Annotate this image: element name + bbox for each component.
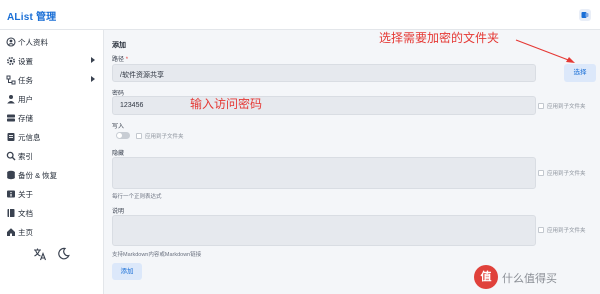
chevron-right-icon: [91, 57, 95, 63]
sidebar-item-index[interactable]: 索引: [0, 147, 104, 165]
chevron-right-icon: [91, 76, 95, 82]
annotation-select-folder: 选择需要加密的文件夹: [379, 31, 500, 45]
info-icon: [7, 190, 15, 198]
write-toggle[interactable]: [116, 132, 130, 139]
sidebar-item-about[interactable]: 关于: [0, 185, 104, 203]
sidebar-item-label: 存储: [18, 114, 33, 123]
sidebar-item-label: 文档: [18, 209, 33, 218]
path-input[interactable]: /软件资源共享: [112, 64, 536, 82]
write-label: 写入: [112, 124, 125, 130]
user-icon: [7, 95, 15, 104]
sidebar-item-label: 主页: [18, 228, 33, 237]
sidebar-item-label: 关于: [18, 190, 33, 199]
sidebar-item-backup[interactable]: 备份 & 恢复: [0, 166, 104, 184]
user-circle-icon: [6, 37, 16, 47]
sidebar-item-storage[interactable]: 存储: [0, 109, 104, 127]
main-content: 添加 路径 * /软件资源共享 选择 密码 123456 应用到子文件夹 写入 …: [104, 30, 600, 294]
watermark: 值 什么值得买: [474, 264, 594, 290]
translate-icon[interactable]: [33, 247, 47, 261]
sidebar-item-label: 备份 & 恢复: [18, 171, 58, 180]
page-title: 添加: [112, 42, 126, 49]
top-bar: AList 管理: [0, 0, 600, 30]
task-icon: [6, 75, 16, 85]
path-label: 路径 *: [112, 57, 129, 63]
sidebar-item-profile[interactable]: 个人资料: [0, 33, 104, 51]
sidebar-item-settings[interactable]: 设置: [0, 52, 104, 70]
moon-icon[interactable]: [57, 247, 70, 260]
sidebar-item-label: 用户: [18, 95, 33, 104]
readme-label: 说明: [112, 209, 125, 215]
database-icon: [7, 114, 15, 122]
sidebar-item-tasks[interactable]: 任务: [0, 71, 104, 89]
required-mark: *: [125, 57, 129, 63]
sidebar-item-docs[interactable]: 文档: [0, 204, 104, 222]
sidebar: 个人资料 设置 任务 用户 存储 元信息 索引 备份 & 恢复 关于 文档 主页: [0, 30, 104, 294]
hide-textarea[interactable]: [112, 157, 536, 189]
sidebar-item-label: 设置: [18, 57, 33, 66]
sidebar-item-label: 索引: [18, 152, 33, 161]
annotation-enter-password: 输入访问密码: [190, 97, 263, 111]
sidebar-item-meta[interactable]: 元信息: [0, 128, 104, 146]
watermark-text: 什么值得买: [502, 273, 557, 285]
home-icon: [7, 228, 15, 236]
choose-button[interactable]: 选择: [564, 64, 596, 82]
sidebar-item-home[interactable]: 主页: [0, 223, 104, 241]
add-button[interactable]: 添加: [112, 263, 142, 280]
hide-label: 隐藏: [112, 151, 125, 157]
theme-toggle-button[interactable]: [579, 9, 591, 21]
palette-icon: [581, 12, 589, 18]
backup-icon: [7, 170, 15, 180]
password-input[interactable]: 123456: [112, 96, 536, 115]
gear-icon: [6, 56, 16, 66]
sidebar-item-label: 元信息: [18, 133, 41, 142]
readme-hint: 支持Markdown内容或Markdown链接: [112, 252, 202, 258]
sidebar-item-label: 任务: [18, 76, 33, 85]
watermark-badge: 值: [474, 265, 498, 289]
book-icon: [7, 209, 15, 217]
readme-textarea[interactable]: [112, 215, 536, 246]
search-icon: [6, 151, 16, 161]
meta-icon: [7, 133, 15, 141]
hide-hint: 每行一个正则表达式: [112, 194, 162, 200]
sidebar-item-users[interactable]: 用户: [0, 90, 104, 108]
app-title[interactable]: AList 管理: [7, 8, 56, 23]
sidebar-item-label: 个人资料: [18, 38, 48, 47]
